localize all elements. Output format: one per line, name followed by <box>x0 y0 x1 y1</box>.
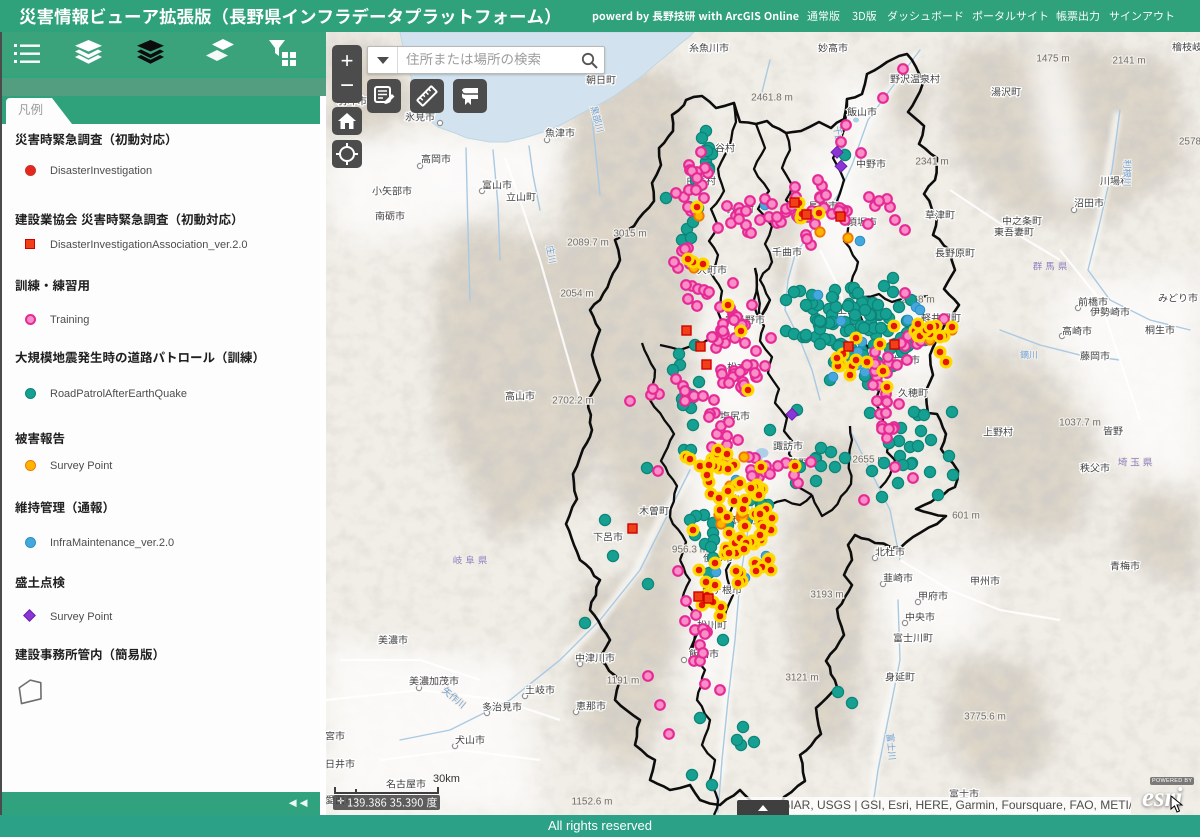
svg-text:2089.7 m: 2089.7 m <box>567 238 609 249</box>
svg-text:3015 m: 3015 m <box>613 229 646 240</box>
svg-text:3121 m: 3121 m <box>785 673 818 684</box>
svg-text:2054 m: 2054 m <box>560 289 593 300</box>
svg-text:1152.6 m: 1152.6 m <box>572 797 613 808</box>
svg-text:3193 m: 3193 m <box>810 590 843 601</box>
svg-text:2341 m: 2341 m <box>915 157 948 168</box>
svg-text:2461.8 m: 2461.8 m <box>751 93 793 104</box>
svg-text:2702.2 m: 2702.2 m <box>552 396 594 407</box>
svg-text:601 m: 601 m <box>952 511 980 522</box>
svg-text:3775.6 m: 3775.6 m <box>964 712 1006 723</box>
svg-text:1191 m: 1191 m <box>607 676 640 687</box>
svg-text:2578: 2578 <box>1179 137 1200 148</box>
svg-text:2141 m: 2141 m <box>1112 56 1145 67</box>
svg-text:1037.7 m: 1037.7 m <box>1059 418 1101 429</box>
svg-text:1475 m: 1475 m <box>1036 54 1069 65</box>
